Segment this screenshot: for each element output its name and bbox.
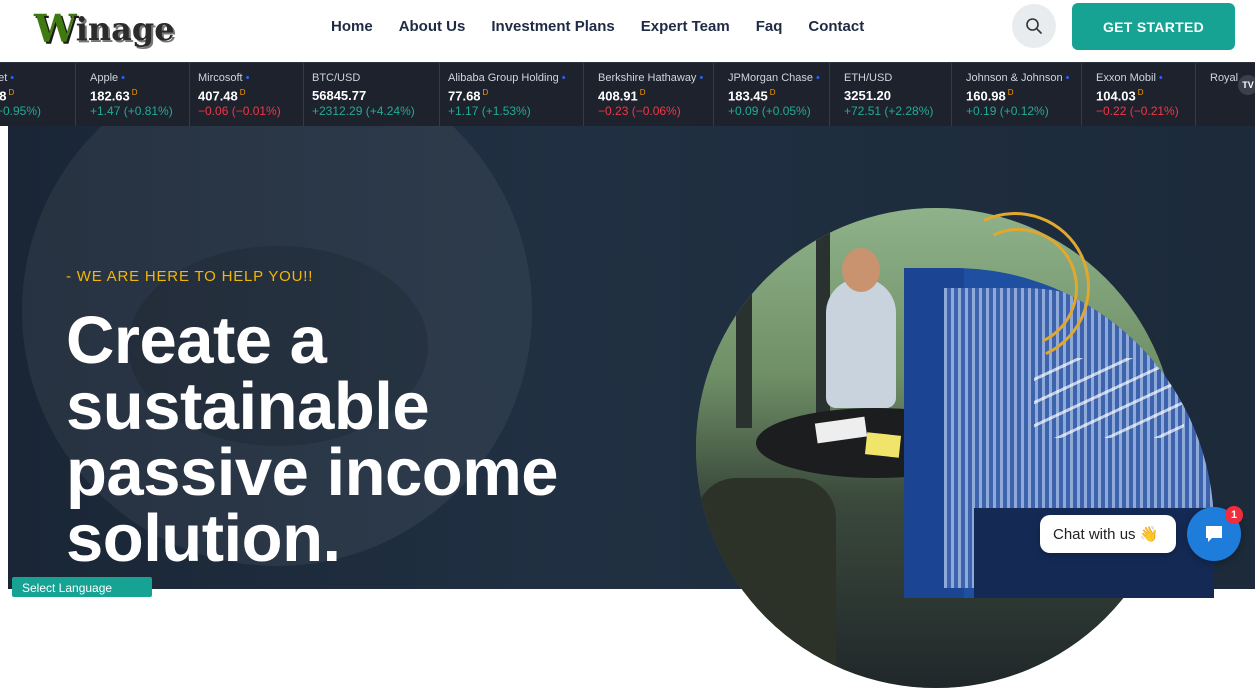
nav-about-us[interactable]: About Us: [399, 18, 466, 35]
ticker-delay-flag: D: [131, 88, 138, 97]
ticker-item[interactable]: Apple • 182.63 D +1.47 (+0.81%): [76, 63, 190, 126]
ticker-delay-flag: D: [482, 88, 489, 97]
stock-ticker: bet• 88D (+0.95%) Apple• 182.63D +1.47 (…: [0, 62, 1255, 126]
live-dot-icon: •: [1158, 72, 1163, 84]
site-header: Winage Home About Us Investment Plans Ex…: [0, 0, 1255, 62]
ticker-change: +0.19 (+0.12%): [966, 104, 1049, 119]
ticker-item[interactable]: Johnson & Johnson • 160.98 D +0.19 (+0.12%…: [952, 63, 1082, 126]
nav-expert-team[interactable]: Expert Team: [641, 18, 730, 35]
photo-person-head: [842, 248, 880, 292]
ticker-delay-flag: D: [1137, 88, 1144, 97]
site-logo[interactable]: Winage: [34, 6, 175, 52]
ticker-item[interactable]: JPMorgan Chase • 183.45 D +0.09 (+0.05%): [714, 63, 830, 126]
logo-initial: W: [34, 6, 77, 51]
chat-with-us-bubble[interactable]: Chat with us 👋: [1040, 515, 1176, 553]
ticker-name: Exxon Mobil: [1096, 72, 1156, 84]
get-started-button[interactable]: GET STARTED: [1072, 3, 1235, 50]
main-nav: Home About Us Investment Plans Expert Te…: [331, 18, 890, 35]
ticker-name: Berkshire Hathaway: [598, 72, 697, 84]
ticker-price: 3251.20: [844, 88, 891, 103]
headline-line: Create a: [66, 303, 327, 378]
headline-line: sustainable: [66, 369, 430, 444]
headline-line: passive income: [66, 435, 559, 510]
ticker-delay-flag: D: [8, 88, 15, 97]
search-button[interactable]: [1012, 4, 1056, 48]
hero-eyebrow: - WE ARE HERE TO HELP YOU!!: [66, 268, 314, 285]
ticker-name: Alibaba Group Holding: [448, 72, 559, 84]
ticker-change: +72.51 (+2.28%): [844, 104, 934, 118]
headline-line: solution.: [66, 501, 341, 576]
nav-contact[interactable]: Contact: [808, 18, 864, 35]
tradingview-logo-icon[interactable]: TV: [1238, 75, 1255, 95]
nav-faq[interactable]: Faq: [756, 18, 783, 35]
ticker-delay-flag: D: [239, 88, 246, 97]
building-lights: [1034, 358, 1184, 438]
search-icon: [1026, 18, 1042, 34]
ticker-price: 407.48: [198, 88, 238, 104]
ticker-price: 408.91: [598, 88, 638, 104]
ticker-item[interactable]: Alibaba Group Holding • 77.68 D +1.17 (+1.…: [440, 63, 584, 126]
ticker-change: +1.47 (+0.81%): [90, 104, 173, 119]
ticker-name: BTC/USD: [312, 72, 361, 84]
ticker-price: 160.98: [966, 88, 1006, 104]
ticker-name: ETH/USD: [844, 72, 893, 84]
ticker-item[interactable]: BTC/USD 56845.77 +2312.29 (+4.24%): [304, 63, 440, 126]
live-dot-icon: •: [561, 72, 566, 84]
hero-headline: Create a sustainable passive income solu…: [66, 303, 626, 576]
live-dot-icon: •: [245, 72, 250, 84]
ticker-delay-flag: D: [1007, 88, 1014, 97]
ticker-name: Johnson & Johnson: [966, 72, 1063, 84]
ticker-price: 182.63: [90, 88, 130, 104]
ticker-price: 104.03: [1096, 88, 1136, 104]
ticker-name: bet: [0, 72, 8, 84]
ticker-change: +1.17 (+1.53%): [448, 104, 531, 119]
ticker-change: −0.23 (−0.06%): [598, 104, 681, 119]
ticker-delay-flag: D: [639, 88, 646, 97]
ticker-change: −0.22 (−0.21%): [1096, 104, 1179, 119]
nav-investment-plans[interactable]: Investment Plans: [491, 18, 614, 35]
ticker-item[interactable]: bet• 88D (+0.95%): [0, 63, 76, 126]
live-dot-icon: •: [699, 72, 704, 84]
ticker-price: 183.45: [728, 88, 768, 104]
ticker-item[interactable]: Berkshire Hathaway • 408.91 D −0.23 (−0.06…: [584, 63, 714, 126]
ticker-price: 88: [0, 88, 6, 103]
photo-note: [864, 432, 902, 458]
ticker-name: Royal: [1210, 72, 1239, 84]
ticker-delay-flag: D: [769, 88, 776, 97]
live-dot-icon: •: [10, 72, 15, 84]
unread-badge: 1: [1225, 506, 1243, 524]
ticker-change: +0.09 (+0.05%): [728, 104, 811, 119]
photo-person: [826, 278, 896, 408]
photo-pillar: [736, 208, 752, 428]
photo-person: [696, 478, 836, 688]
ticker-change: −0.06 (−0.01%): [198, 104, 281, 119]
ticker-name: Mircosoft: [198, 72, 243, 84]
ticker-price: 77.68: [448, 88, 481, 104]
ticker-change: +2312.29 (+4.24%): [312, 104, 415, 118]
logo-text: inage: [75, 10, 175, 48]
ticker-price: 56845.77: [312, 88, 367, 103]
ticker-change: (+0.95%): [0, 104, 42, 119]
nav-home[interactable]: Home: [331, 18, 373, 35]
live-dot-icon: •: [1065, 72, 1070, 84]
live-dot-icon: •: [816, 72, 820, 84]
live-dot-icon: •: [121, 72, 125, 84]
ticker-name: Apple: [90, 72, 119, 84]
ticker-item[interactable]: Exxon Mobil • 104.03 D −0.22 (−0.21%): [1082, 63, 1196, 126]
ticker-item[interactable]: Mircosoft • 407.48 D −0.06 (−0.01%): [190, 63, 304, 126]
language-selector[interactable]: Select Language: [12, 577, 152, 597]
ticker-name: JPMorgan Chase: [728, 72, 813, 84]
chat-icon: [1206, 526, 1222, 542]
ticker-item[interactable]: ETH/USD 3251.20 +72.51 (+2.28%): [830, 63, 952, 126]
